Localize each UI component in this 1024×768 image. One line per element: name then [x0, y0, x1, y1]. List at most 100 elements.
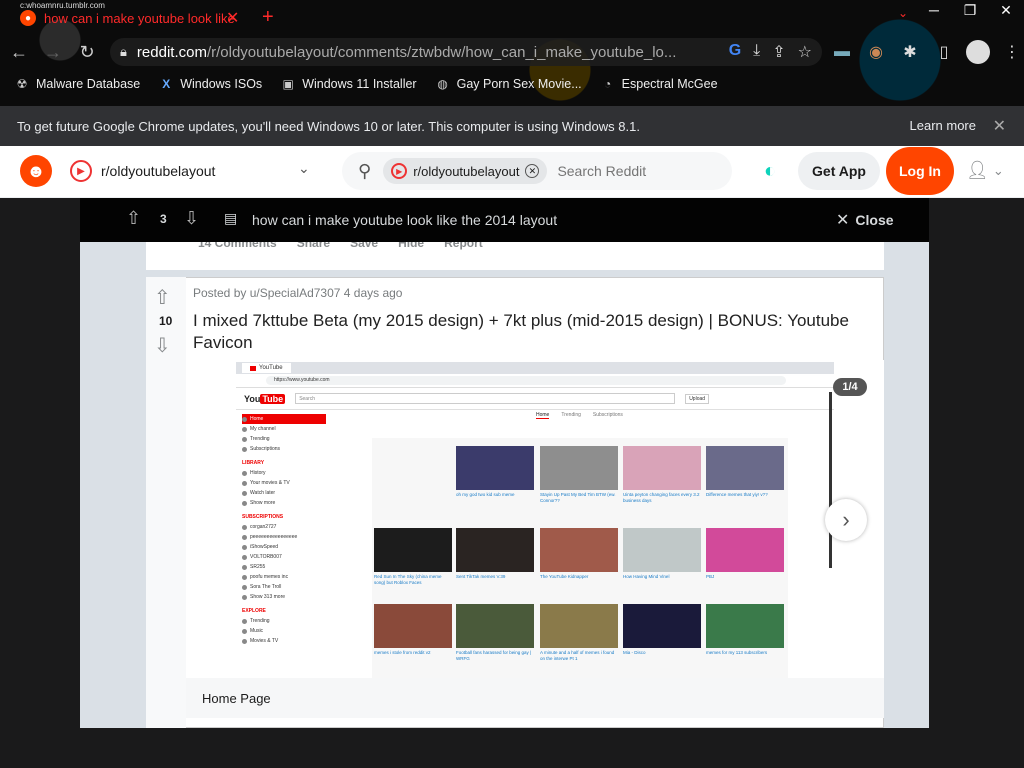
search-chip-label: r/oldyoutubelayout — [413, 163, 520, 179]
downvote-icon[interactable]: ⇩ — [154, 333, 171, 358]
bookmark-item[interactable]: ◔ Espectral McGee — [600, 76, 718, 92]
forward-icon[interactable]: → — [38, 37, 68, 67]
chrome-update-infobar: To get future Google Chrome updates, you… — [0, 106, 1024, 146]
tab-search-icon[interactable]: ⌄ — [898, 6, 908, 20]
video-title: PBJ — [706, 574, 715, 579]
reload-icon[interactable]: ↻ — [72, 37, 102, 67]
previous-post-actions: 14 Comments Share Save Hide Report — [146, 242, 884, 270]
search-subreddit-chip[interactable]: ▶ r/oldyoutubelayout ✕ — [383, 158, 548, 184]
yt-side-item: corgan2727 — [242, 522, 326, 532]
google-icon[interactable]: G — [729, 42, 741, 62]
yt-side-item: My channel — [242, 424, 326, 434]
sidepanel-icon[interactable]: ▯ — [932, 40, 956, 64]
install-icon[interactable]: ⤓ — [753, 42, 760, 62]
watch-later-icon — [242, 490, 247, 496]
restore-icon[interactable]: ❐ — [952, 0, 988, 20]
address-bar[interactable]: 🔒︎ reddit.com/r/oldyoutubelayout/comment… — [110, 38, 822, 66]
downvote-icon[interactable]: ⇩ — [184, 208, 199, 229]
yt-side-item: History — [242, 468, 326, 478]
user-menu[interactable]: 👤︎ ⌄ — [966, 160, 1004, 181]
upvote-icon[interactable]: ⇧ — [154, 285, 171, 310]
gallery-image[interactable]: YouTube https://www.youtube.com You Tube … — [236, 362, 834, 678]
yt-side-item: Subscriptions — [242, 444, 326, 454]
post-score: 10 — [159, 314, 173, 328]
yt-side-section: SUBSCRIPTIONS — [242, 514, 284, 520]
omnibox-icons: G ⤓ ⇪ ☆ — [729, 42, 812, 62]
new-tab-icon[interactable]: + — [262, 6, 274, 29]
yt-side-item: iShowSpeed — [242, 542, 326, 552]
yt-tab: YouTube — [242, 363, 291, 373]
get-app-button[interactable]: Get App — [798, 152, 880, 190]
learn-more-link[interactable]: Learn more — [910, 118, 976, 133]
video-thumbnail — [623, 604, 701, 648]
comments-button[interactable]: 14 Comments — [198, 242, 277, 250]
report-button[interactable]: Report — [444, 242, 483, 250]
puzzle-icon[interactable]: ✱ — [898, 40, 922, 64]
chevron-down-icon[interactable]: ⌄ — [298, 160, 310, 177]
x-logo-icon: X — [162, 77, 171, 91]
movies-icon — [242, 480, 247, 486]
video-title: Football fans harassed for being gay | W… — [456, 650, 532, 661]
avatar — [242, 574, 247, 580]
close-button[interactable]: ✕ Close — [836, 210, 894, 230]
posted-by: Posted by u/SpecialAd7307 4 days ago — [193, 286, 403, 300]
save-button[interactable]: Save — [350, 242, 378, 250]
chevron-down-icon — [242, 500, 247, 506]
menu-kebab-icon[interactable]: ⋮ — [1000, 40, 1024, 64]
video-thumbnail — [706, 528, 784, 572]
yt-video-grid: oh my god two kid sub meme Stayin Up Pas… — [372, 438, 788, 678]
extension-icons: ▬ ◉ ✱ ▯ ● ⋮ — [830, 40, 1024, 64]
yt-side-item: Movies & TV — [242, 636, 326, 646]
video-thumbnail — [540, 446, 618, 490]
video-thumbnail — [456, 446, 534, 490]
chip-clear-icon[interactable]: ✕ — [525, 164, 540, 178]
profile-extension-icon[interactable]: ◉ — [864, 40, 888, 64]
minimize-icon[interactable]: ─ — [916, 0, 952, 20]
close-window-icon[interactable]: ✕ — [988, 0, 1024, 20]
bookmark-favicon-icon: ◔ — [604, 77, 612, 91]
hide-button[interactable]: Hide — [398, 242, 424, 250]
close-icon: ✕ — [836, 212, 850, 229]
advertise-snoo-icon[interactable]: ◐ — [764, 160, 776, 183]
share-icon[interactable]: ⇪ — [772, 42, 785, 62]
bookmark-item[interactable]: ☢ Malware Database — [14, 76, 141, 92]
gallery-next-button[interactable]: › — [825, 499, 867, 541]
browser-tab[interactable]: ● how can i make youtube look like — [8, 4, 248, 32]
bookmark-item[interactable]: X Windows ISOs — [158, 76, 262, 92]
video-thumbnail — [456, 604, 534, 648]
search-icon: ⚲ — [358, 160, 372, 181]
bookmark-item[interactable]: ▣ Windows 11 Installer — [280, 76, 417, 92]
user-icon: 👤︎ — [966, 160, 989, 180]
avatar — [242, 534, 247, 540]
window-controls: ─ ❐ ✕ — [916, 0, 1024, 20]
upvote-icon[interactable]: ⇧ — [126, 208, 141, 229]
bookmark-star-icon[interactable]: ☆ — [798, 42, 812, 62]
bookmark-item[interactable]: ◍ Gay Porn Sex Movie... — [435, 76, 581, 92]
yt-search: Search — [295, 393, 676, 404]
post-title[interactable]: I mixed 7kttube Beta (my 2015 design) + … — [193, 310, 863, 354]
subreddit-chip-icon: ▶ — [391, 163, 408, 179]
yt-side-item: Watch later — [242, 488, 326, 498]
yt-side-item: SR255 — [242, 562, 326, 572]
back-icon[interactable]: ← — [4, 37, 34, 67]
yt-side-item: Your movies & TV — [242, 478, 326, 488]
search-input[interactable] — [557, 163, 718, 179]
gallery-counter: 1/4 — [833, 378, 867, 396]
subreddit-name[interactable]: r/oldyoutubelayout — [101, 163, 215, 179]
flag-extension-icon[interactable]: ▬ — [830, 40, 854, 64]
yt-side-item: Trending — [242, 616, 326, 626]
video-thumbnail — [456, 528, 534, 572]
youtube-favicon-icon — [250, 365, 256, 371]
search-box[interactable]: ⚲ ▶ r/oldyoutubelayout ✕ — [342, 152, 732, 190]
reddit-logo-icon[interactable]: ☻ — [20, 155, 52, 187]
history-icon — [242, 470, 247, 476]
tab-close-icon[interactable]: ✕ — [226, 8, 239, 28]
video-title: oh my god two kid sub meme — [456, 492, 515, 497]
share-button[interactable]: Share — [297, 242, 330, 250]
chevron-down-icon — [242, 594, 247, 600]
profile-avatar-icon[interactable]: ● — [966, 40, 990, 64]
login-button[interactable]: Log In — [886, 147, 954, 195]
infobar-close-icon[interactable]: ✕ — [993, 116, 1006, 136]
yt-side-item: peeeeeeeeeeeeeeee — [242, 532, 326, 542]
avatar — [242, 564, 247, 570]
